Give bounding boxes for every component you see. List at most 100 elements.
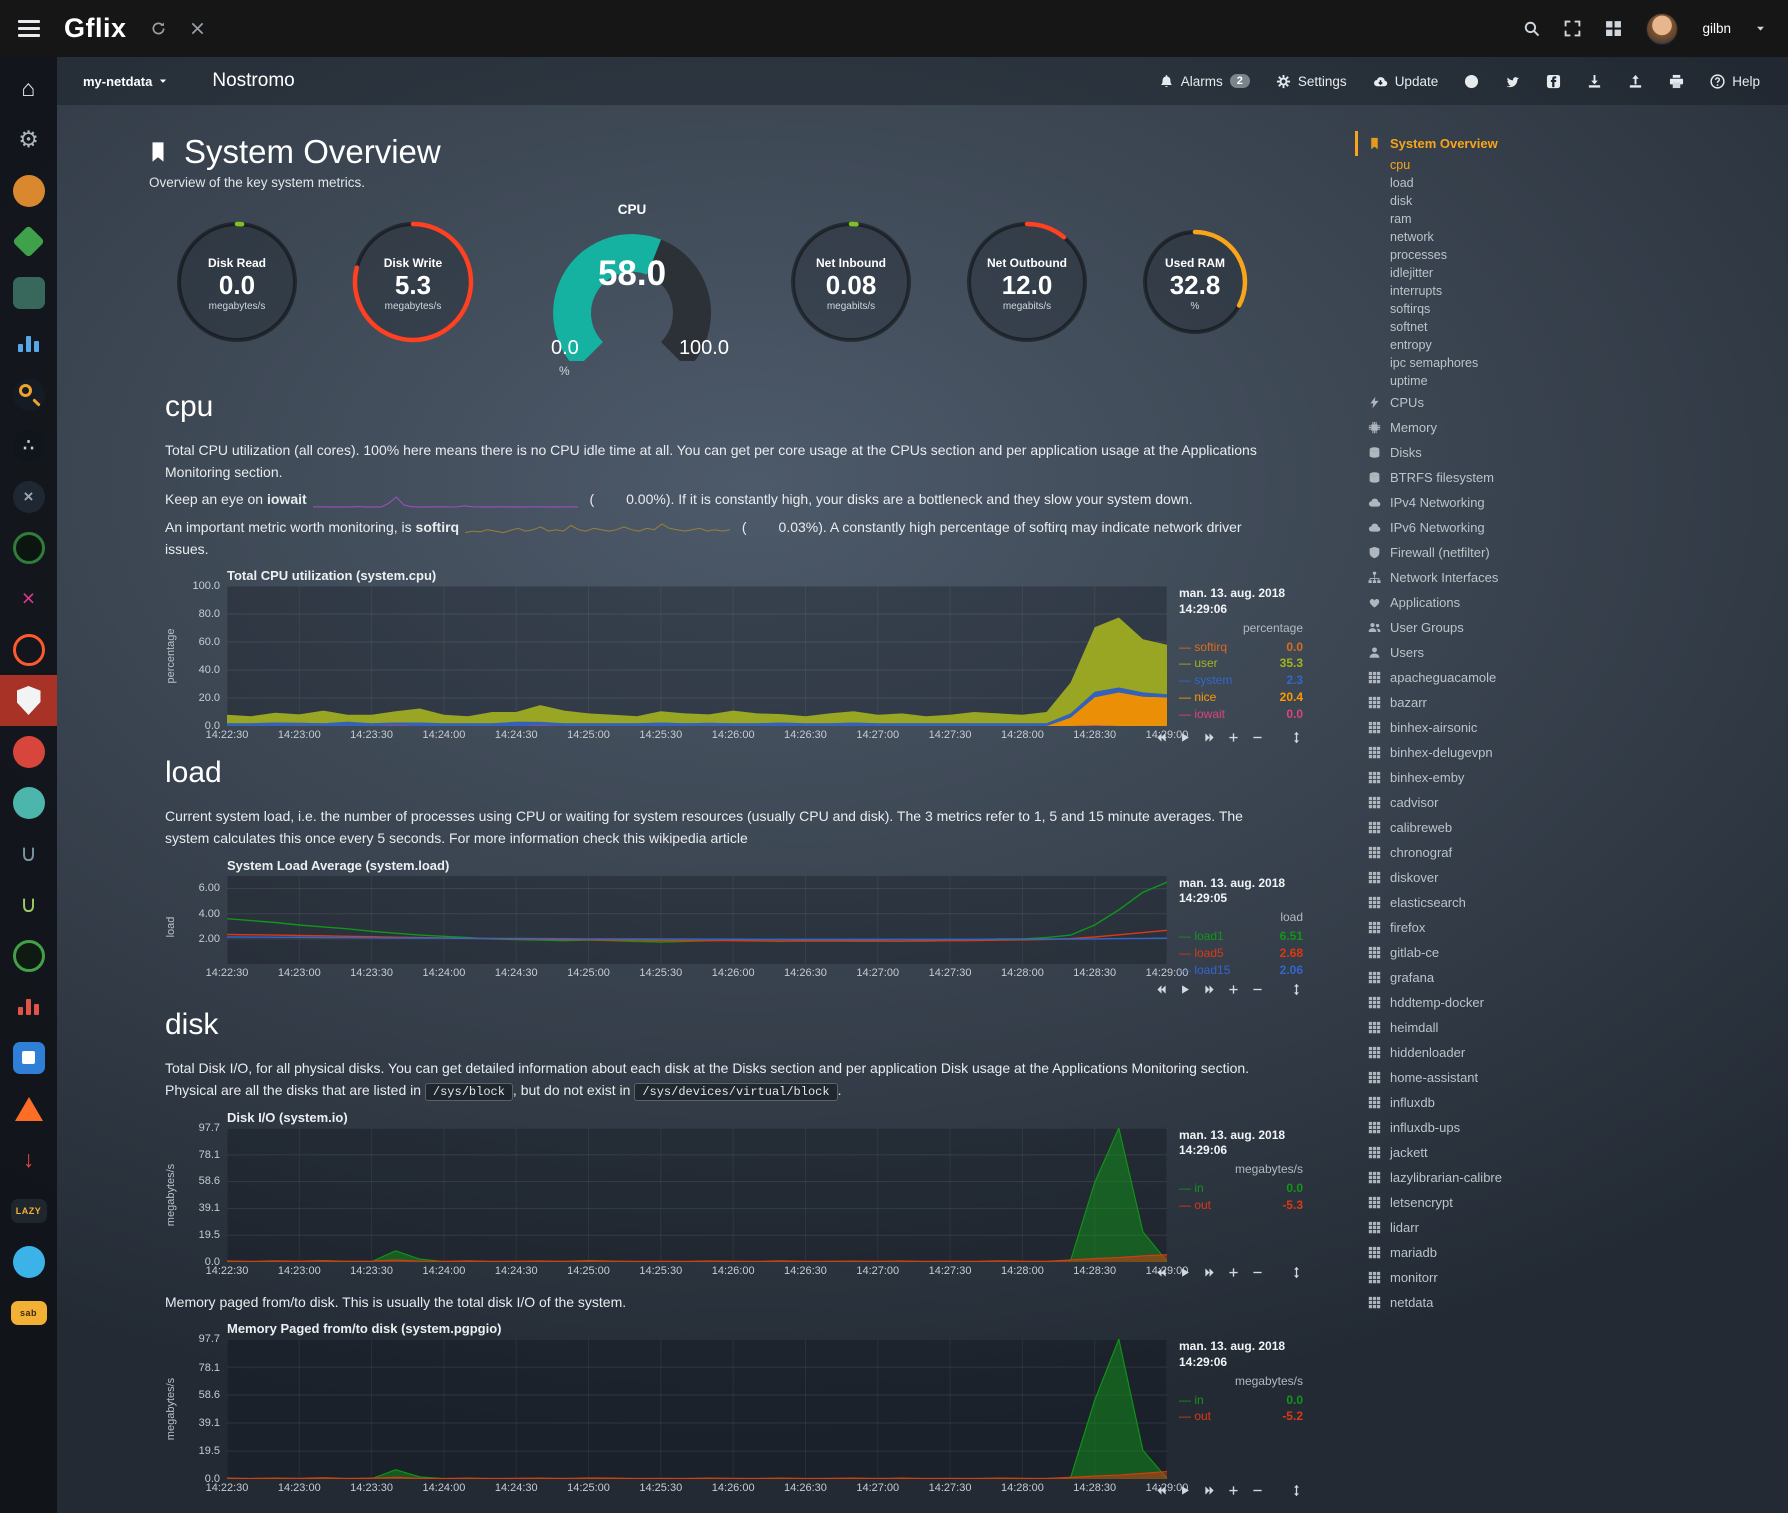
used-ram-gauge[interactable]: Used RAM32.8% — [1139, 226, 1251, 343]
chart-plot-area[interactable]: 14:22:3014:23:0014:23:3014:24:0014:24:30… — [227, 1128, 1167, 1262]
menu-influxdb[interactable]: influxdb — [1355, 1090, 1788, 1115]
help-button[interactable]: Help — [1710, 74, 1760, 89]
menu-firefox[interactable]: firefox — [1355, 915, 1788, 940]
menu-ram[interactable]: ram — [1355, 210, 1788, 228]
chart-rewind-button[interactable] — [1156, 1265, 1167, 1279]
export-snapshot-button[interactable] — [1628, 74, 1643, 89]
search-icon[interactable] — [1523, 20, 1540, 38]
home-icon[interactable]: ⌂ — [0, 63, 57, 114]
chart-zoom-in-button[interactable] — [1228, 730, 1239, 744]
cpu-gauge[interactable]: CPU 58.0 0.0100.0% — [525, 202, 739, 366]
menu-applications[interactable]: Applications — [1355, 590, 1788, 615]
menu-processes[interactable]: processes — [1355, 246, 1788, 264]
legend-load1[interactable]: — load16.51 — [1179, 928, 1303, 945]
chart-play-button[interactable] — [1180, 730, 1191, 744]
caret-down-icon[interactable] — [1755, 20, 1766, 38]
chart-system-cpu[interactable]: Total CPU utilization (system.cpu) perce… — [165, 568, 1303, 726]
legend-system[interactable]: — system2.3 — [1179, 672, 1303, 689]
menu-uptime[interactable]: uptime — [1355, 372, 1788, 390]
app-equalizer-icon[interactable] — [0, 318, 57, 369]
chart-play-button[interactable] — [1180, 1483, 1191, 1497]
chart-rewind-button[interactable] — [1156, 1483, 1167, 1497]
settings-gear-icon[interactable]: ⚙ — [0, 114, 57, 165]
legend-load15[interactable]: — load152.06 — [1179, 962, 1303, 979]
twitter-button[interactable] — [1505, 74, 1520, 89]
menu-home-assistant[interactable]: home-assistant — [1355, 1065, 1788, 1090]
alarms-button[interactable]: Alarms2 — [1159, 74, 1250, 89]
chart-plot-area[interactable]: 14:22:3014:23:0014:23:3014:24:0014:24:30… — [227, 876, 1167, 964]
app-pink-x-icon[interactable]: × — [0, 573, 57, 624]
legend-in[interactable]: — in0.0 — [1179, 1180, 1303, 1197]
legend-iowait[interactable]: — iowait0.0 — [1179, 706, 1303, 723]
menu-cadvisor[interactable]: cadvisor — [1355, 790, 1788, 815]
app-traffic-bars-icon[interactable] — [0, 981, 57, 1032]
menu-heimdall[interactable]: heimdall — [1355, 1015, 1788, 1040]
menu-load[interactable]: load — [1355, 174, 1788, 192]
github-button[interactable] — [1464, 74, 1479, 89]
app-green-diamond-icon[interactable] — [0, 216, 57, 267]
menu-grafana[interactable]: grafana — [1355, 965, 1788, 990]
settings-button[interactable]: Settings — [1276, 74, 1347, 89]
menu-cpu[interactable]: cpu — [1355, 156, 1788, 174]
menu-chronograf[interactable]: chronograf — [1355, 840, 1788, 865]
chart-zoom-out-button[interactable] — [1252, 982, 1263, 996]
chart-system-load[interactable]: System Load Average (system.load) load 6… — [165, 858, 1303, 979]
menu-mariadb[interactable]: mariadb — [1355, 1240, 1788, 1265]
menu-cpus[interactable]: CPUs — [1355, 390, 1788, 415]
menu-network[interactable]: network — [1355, 228, 1788, 246]
update-button[interactable]: Update — [1373, 74, 1439, 89]
menu-apacheguacamole[interactable]: apacheguacamole — [1355, 665, 1788, 690]
close-tab-icon[interactable] — [190, 20, 205, 38]
chart-resize-handle[interactable] — [1290, 981, 1303, 995]
print-button[interactable] — [1669, 74, 1684, 89]
menu-btrfs-filesystem[interactable]: BTRFS filesystem — [1355, 465, 1788, 490]
app-window-tile-icon[interactable] — [0, 1032, 57, 1083]
menu-binhex-airsonic[interactable]: binhex-airsonic — [1355, 715, 1788, 740]
menu-hddtemp-docker[interactable]: hddtemp-docker — [1355, 990, 1788, 1015]
hamburger-menu-button[interactable] — [18, 16, 40, 41]
menu-disk[interactable]: disk — [1355, 192, 1788, 210]
menu-system-overview[interactable]: System Overview — [1355, 131, 1788, 156]
menu-hiddenloader[interactable]: hiddenloader — [1355, 1040, 1788, 1065]
chart-plot-area[interactable]: 14:22:3014:23:0014:23:3014:24:0014:24:30… — [227, 1339, 1167, 1479]
menu-idlejitter[interactable]: idlejitter — [1355, 264, 1788, 282]
chart-zoom-in-button[interactable] — [1228, 1483, 1239, 1497]
chart-fast-forward-button[interactable] — [1204, 1265, 1215, 1279]
app-search-orb-icon[interactable] — [0, 369, 57, 420]
menu-lidarr[interactable]: lidarr — [1355, 1215, 1788, 1240]
legend-in[interactable]: — in0.0 — [1179, 1392, 1303, 1409]
net-inbound-gauge[interactable]: Net Inbound0.08megabits/s — [787, 218, 915, 351]
import-snapshot-button[interactable] — [1587, 74, 1602, 89]
menu-calibreweb[interactable]: calibreweb — [1355, 815, 1788, 840]
chart-resize-handle[interactable] — [1290, 1482, 1303, 1496]
username[interactable]: gilbn — [1702, 21, 1731, 36]
legend-user[interactable]: — user35.3 — [1179, 655, 1303, 672]
chart-rewind-button[interactable] — [1156, 982, 1167, 996]
app-red-arrow-icon[interactable]: ↓ — [0, 1134, 57, 1185]
app-teal-dots-icon[interactable] — [0, 777, 57, 828]
app-dark-x-icon[interactable]: × — [0, 471, 57, 522]
legend-out[interactable]: — out-5.2 — [1179, 1408, 1303, 1425]
app-lightning-orb-icon[interactable] — [0, 522, 57, 573]
apps-grid-icon[interactable] — [1605, 20, 1622, 38]
chart-rewind-button[interactable] — [1156, 730, 1167, 744]
menu-netdata[interactable]: netdata — [1355, 1290, 1788, 1315]
legend-load5[interactable]: — load52.68 — [1179, 945, 1303, 962]
chart-fast-forward-button[interactable] — [1204, 1483, 1215, 1497]
menu-softnet[interactable]: softnet — [1355, 318, 1788, 336]
disk-read-gauge[interactable]: Disk Read0.0megabytes/s — [173, 218, 301, 351]
facebook-button[interactable] — [1546, 74, 1561, 89]
menu-binhex-delugevpn[interactable]: binhex-delugevpn — [1355, 740, 1788, 765]
refresh-tab-icon[interactable] — [151, 20, 166, 38]
chart-zoom-out-button[interactable] — [1252, 1483, 1263, 1497]
chart-zoom-out-button[interactable] — [1252, 1265, 1263, 1279]
menu-softirqs[interactable]: softirqs — [1355, 300, 1788, 318]
app-lime-u-icon[interactable]: ∪ — [0, 879, 57, 930]
legend-out[interactable]: — out-5.3 — [1179, 1197, 1303, 1214]
fullscreen-icon[interactable] — [1564, 20, 1581, 38]
server-dropdown[interactable]: my-netdata — [83, 74, 168, 89]
menu-ipv6-networking[interactable]: IPv6 Networking — [1355, 515, 1788, 540]
menu-lazylibrarian-calibre[interactable]: lazylibrarian-calibre — [1355, 1165, 1788, 1190]
app-dark-orb-icon[interactable]: ∴ — [0, 420, 57, 471]
chart-zoom-in-button[interactable] — [1228, 1265, 1239, 1279]
